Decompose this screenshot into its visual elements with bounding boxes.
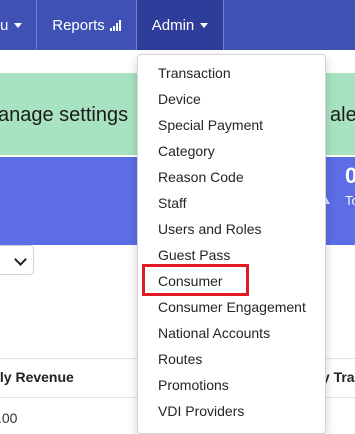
menu-item-national-accounts[interactable]: National Accounts (158, 325, 270, 341)
menu-item-users-and-roles[interactable]: Users and Roles (158, 221, 262, 237)
menu-item-reason-code[interactable]: Reason Code (158, 169, 244, 185)
menu-item-staff[interactable]: Staff (158, 195, 187, 211)
nav-admin-label: Admin (151, 16, 195, 34)
menu-item-vdi-providers[interactable]: VDI Providers (158, 403, 244, 419)
nav-menu-partial-label: u (0, 16, 9, 34)
menu-item-device[interactable]: Device (158, 91, 201, 107)
banner-text: anage settings (0, 104, 129, 126)
nav-divider (223, 0, 224, 50)
nav-menu-partial[interactable]: u (0, 0, 23, 50)
menu-item-transaction[interactable]: Transaction (158, 65, 231, 81)
nav-reports[interactable]: Reports (38, 0, 135, 50)
table-cell-revenue: .00 (0, 410, 18, 426)
banner-text-right: ales (330, 104, 355, 126)
stat-number: 0 (345, 163, 355, 188)
stat-label: To (345, 193, 355, 208)
nav-admin[interactable]: Admin (137, 0, 223, 50)
menu-item-guest-pass[interactable]: Guest Pass (158, 247, 230, 263)
chevron-down-icon (14, 22, 23, 28)
menu-item-promotions[interactable]: Promotions (158, 377, 229, 393)
menu-item-special-payment[interactable]: Special Payment (158, 117, 263, 133)
menu-item-routes[interactable]: Routes (158, 351, 202, 367)
top-navbar: u Reports Admin (0, 0, 355, 50)
menu-item-consumer-engagement[interactable]: Consumer Engagement (158, 299, 306, 315)
menu-item-consumer[interactable]: Consumer (158, 273, 223, 289)
nav-divider (36, 0, 37, 50)
signal-bars-icon (109, 19, 121, 31)
column-header-daily-revenue: ily Revenue (0, 369, 74, 385)
chevron-down-icon (200, 22, 209, 28)
menu-item-category[interactable]: Category (158, 143, 215, 159)
nav-reports-label: Reports (52, 16, 105, 34)
